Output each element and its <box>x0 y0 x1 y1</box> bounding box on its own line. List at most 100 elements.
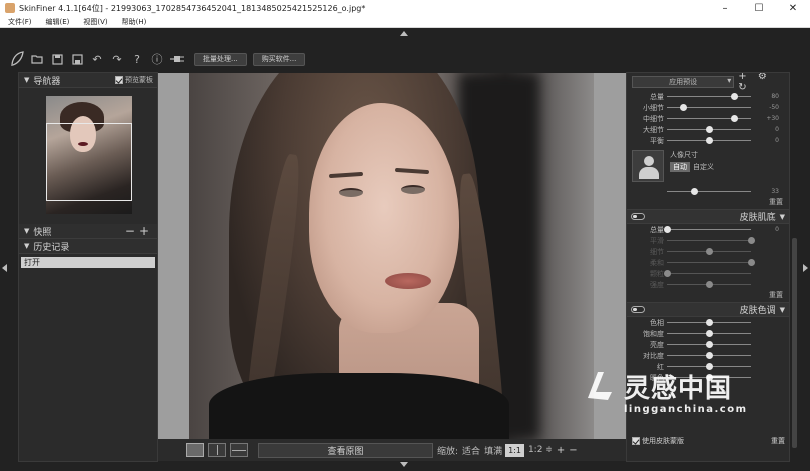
slider-track[interactable] <box>667 319 751 326</box>
reset-link[interactable]: 重置 <box>771 436 785 446</box>
single-view-button[interactable] <box>186 443 204 457</box>
slider-knob[interactable] <box>663 270 671 277</box>
custom-button[interactable]: 自定义 <box>690 162 717 172</box>
slider-track[interactable] <box>667 248 751 255</box>
menu-edit[interactable]: 编辑(E) <box>46 17 70 27</box>
slider-row[interactable]: 柔和 <box>627 257 789 268</box>
preset-action-icons[interactable]: + ⚙ ↻ <box>738 73 789 93</box>
image-viewer[interactable] <box>158 73 626 439</box>
collapse-triangle-icon[interactable]: ▼ <box>780 213 785 221</box>
slider-row[interactable]: 平衡 0 <box>627 135 789 146</box>
buy-software-button[interactable]: 购买软件... <box>252 52 306 66</box>
skin-texture-header[interactable]: 皮肤肌底 ▼ <box>627 209 789 224</box>
collapse-bottom-arrow-icon[interactable] <box>400 462 408 467</box>
slider-knob[interactable] <box>705 352 713 359</box>
slider-track[interactable] <box>667 352 751 359</box>
portrait-photo[interactable] <box>189 73 594 439</box>
auto-button[interactable]: 自动 <box>670 162 690 172</box>
slider-row[interactable]: 总量 80 <box>627 91 789 102</box>
slider-track[interactable] <box>667 137 751 144</box>
slider-track[interactable] <box>667 126 751 133</box>
collapse-triangle-icon[interactable]: ▼ <box>24 227 29 235</box>
collapse-top-arrow-icon[interactable] <box>400 31 408 36</box>
slider-knob[interactable] <box>730 93 738 100</box>
close-button[interactable]: ✕ <box>776 0 810 16</box>
slider-row[interactable]: 强度 <box>627 279 789 290</box>
slider-row[interactable]: 平滑 <box>627 235 789 246</box>
zoom-out-button[interactable]: − <box>569 445 577 456</box>
slider-track[interactable] <box>667 104 751 111</box>
slider-track[interactable] <box>667 237 755 244</box>
redo-icon[interactable]: ↷ <box>108 50 126 68</box>
portrait-size-slider[interactable]: 33 <box>627 186 789 197</box>
slider-row[interactable]: 总量 0 <box>627 224 789 235</box>
preset-select[interactable]: 应用预设 <box>632 76 735 88</box>
collapse-right-arrow-icon[interactable] <box>803 264 808 272</box>
navigator-viewport-rect[interactable] <box>46 123 132 201</box>
minimize-button[interactable]: – <box>708 0 742 16</box>
menu-file[interactable]: 文件(F) <box>8 17 32 27</box>
info-icon[interactable]: ⓘ <box>148 50 166 68</box>
navigator-header[interactable]: ▼ 导航器 预览蒙板 <box>19 73 157 88</box>
checkbox-checked-icon[interactable] <box>115 76 123 84</box>
menu-view[interactable]: 视图(V) <box>83 17 107 27</box>
slider-knob[interactable] <box>663 226 671 233</box>
slider-knob[interactable] <box>705 126 713 133</box>
slider-row[interactable]: 色相 <box>627 317 789 328</box>
reset-link[interactable]: 重置 <box>627 290 789 302</box>
slider-knob[interactable] <box>705 281 713 288</box>
menu-help[interactable]: 帮助(H) <box>122 17 147 27</box>
preview-mask-checkbox[interactable]: 预览蒙板 <box>115 75 153 85</box>
section-toggle[interactable] <box>631 306 645 313</box>
skin-tone-header[interactable]: 皮肤色调 ▼ <box>627 302 789 317</box>
collapse-triangle-icon[interactable]: ▼ <box>24 242 29 250</box>
snapshots-header[interactable]: ▼ 快照 −+ <box>19 224 157 239</box>
reset-link[interactable]: 重置 <box>627 197 789 209</box>
collapse-triangle-icon[interactable]: ▼ <box>780 306 785 314</box>
slider-track[interactable] <box>667 259 755 266</box>
zoom-1-2-select[interactable]: 1:2 ≑ <box>528 445 553 455</box>
skin-mask-checkbox[interactable] <box>632 437 640 445</box>
slider-knob[interactable] <box>747 259 755 266</box>
slider-knob[interactable] <box>705 341 713 348</box>
slider-track[interactable] <box>667 93 751 100</box>
zoom-fit-button[interactable]: 适合 <box>462 444 480 457</box>
history-item[interactable]: 打开 <box>21 257 155 268</box>
slider-knob[interactable] <box>705 137 713 144</box>
view-original-button[interactable]: 查看原图 <box>258 442 433 458</box>
zoom-fill-button[interactable]: 填满 <box>484 444 502 457</box>
slider-knob[interactable] <box>705 330 713 337</box>
slider-row[interactable]: 细节 <box>627 246 789 257</box>
horizontal-split-view-button[interactable] <box>230 443 248 457</box>
plug-icon[interactable] <box>168 50 186 68</box>
slider-track[interactable] <box>667 341 751 348</box>
slider-row[interactable]: 中细节 +30 <box>627 113 789 124</box>
slider-row[interactable]: 亮度 <box>627 339 789 350</box>
collapse-left-arrow-icon[interactable] <box>2 264 7 272</box>
slider-row[interactable]: 饱和度 <box>627 328 789 339</box>
slider-row[interactable]: 大细节 0 <box>627 124 789 135</box>
split-view-button[interactable] <box>208 443 226 457</box>
slider-knob[interactable] <box>705 248 713 255</box>
slider-track[interactable] <box>667 115 751 122</box>
slider-track[interactable] <box>667 330 751 337</box>
section-toggle[interactable] <box>631 213 645 220</box>
undo-icon[interactable]: ↶ <box>88 50 106 68</box>
slider-row[interactable]: 对比度 <box>627 350 789 361</box>
zoom-1-1-button[interactable]: 1:1 <box>505 443 524 457</box>
snapshot-add-remove-buttons[interactable]: −+ <box>125 224 153 238</box>
right-panel-scrollbar[interactable] <box>792 238 797 448</box>
history-header[interactable]: ▼ 历史记录 <box>19 239 157 254</box>
batch-process-button[interactable]: 批量处理... <box>194 52 247 66</box>
collapse-triangle-icon[interactable]: ▼ <box>24 76 29 84</box>
slider-knob[interactable] <box>680 104 688 111</box>
slider-knob[interactable] <box>747 237 755 244</box>
save-icon[interactable] <box>48 50 66 68</box>
help-icon[interactable]: ? <box>128 50 146 68</box>
save-as-icon[interactable] <box>68 50 86 68</box>
slider-track[interactable] <box>663 226 751 233</box>
slider-row[interactable]: 小细节 -50 <box>627 102 789 113</box>
slider-knob[interactable] <box>705 319 713 326</box>
slider-knob[interactable] <box>730 115 738 122</box>
maximize-button[interactable]: ☐ <box>742 0 776 16</box>
